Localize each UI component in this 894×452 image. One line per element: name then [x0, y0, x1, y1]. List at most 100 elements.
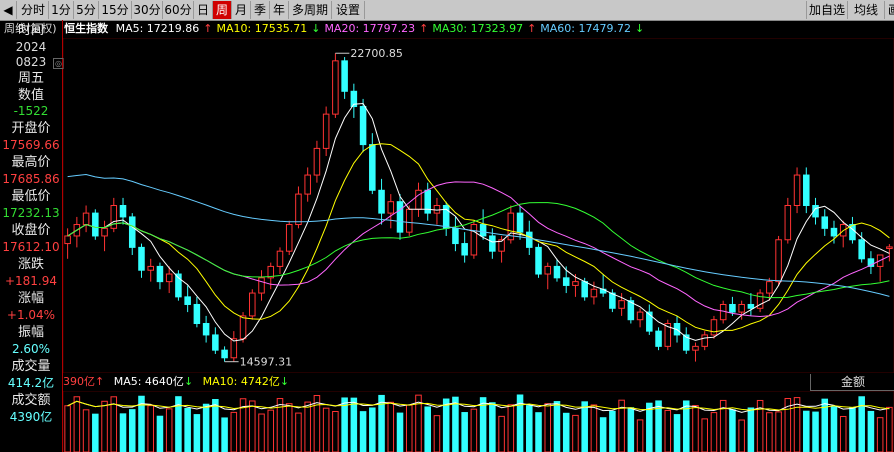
candle-body	[212, 334, 219, 351]
candle-body	[803, 174, 810, 207]
tab-7[interactable]: 周	[213, 1, 232, 19]
ma60-line	[67, 173, 890, 297]
candle-body	[526, 231, 533, 248]
volume-bar	[202, 403, 210, 452]
tab-12[interactable]: 设置	[332, 1, 365, 19]
volume-bar	[249, 400, 256, 452]
chart-frame	[63, 38, 894, 373]
volume-bar	[470, 408, 478, 452]
candle-body	[581, 281, 588, 298]
volume-bar	[646, 402, 653, 452]
volume-bar	[562, 412, 570, 452]
volume-bar	[313, 395, 321, 452]
volume-bar	[350, 397, 358, 452]
amount-button[interactable]: 金额	[810, 374, 894, 391]
volume-bar	[544, 403, 552, 452]
candle-body	[202, 323, 210, 336]
candle-body	[544, 265, 552, 275]
volume-bar	[387, 401, 395, 452]
right-button-1[interactable]: 均线	[847, 1, 884, 19]
candle-body	[886, 246, 893, 250]
volume-bar	[803, 410, 810, 452]
volume-bar	[165, 408, 173, 452]
tab-11[interactable]: 多周期	[289, 1, 332, 19]
tab-1[interactable]: 1分	[49, 1, 74, 19]
volume-bar	[193, 414, 201, 452]
tab-5[interactable]: 60分	[163, 1, 194, 19]
amt-label: 成交额	[11, 393, 51, 408]
volume-bar	[322, 407, 330, 452]
candle-body	[489, 235, 496, 252]
amt-value: 4390亿	[9, 410, 53, 424]
volume-bar	[433, 415, 441, 452]
volume-bar	[156, 415, 164, 452]
volume-bar	[110, 396, 118, 452]
candle-body	[332, 60, 339, 115]
candle-body	[221, 349, 228, 359]
info-sidebar: 时间 2024 0823 周五 数值 -1522 开盘价 17569.66 最高…	[0, 20, 63, 452]
close-value: 17612.10	[2, 240, 60, 254]
candle-body	[101, 227, 108, 237]
candle-body	[775, 239, 782, 283]
ma-legend-item-2: MA20: 17797.23	[324, 22, 416, 35]
right-button-0[interactable]: 加自选	[806, 1, 847, 19]
candle-body	[369, 144, 376, 191]
candle-body	[858, 239, 865, 260]
tab-6[interactable]: 日	[194, 1, 213, 19]
volume-bar	[793, 397, 801, 452]
candle-body	[692, 345, 699, 351]
weekday-value: 周五	[17, 71, 44, 86]
candle-body	[415, 189, 422, 210]
volume-bar	[590, 404, 598, 452]
candle-body	[470, 224, 478, 256]
tab-8[interactable]: 月	[232, 1, 251, 19]
candle-body	[378, 189, 385, 214]
tab-3[interactable]: 15分	[99, 1, 132, 19]
volume-bar	[498, 415, 505, 452]
candle-body	[590, 288, 598, 298]
volume-chart	[63, 391, 894, 452]
volume-bar	[489, 402, 496, 452]
volume-bar	[230, 411, 238, 452]
volume-bar	[673, 414, 681, 452]
volume-bar	[64, 405, 71, 452]
amp-label: 振幅	[17, 325, 44, 340]
candle-body	[193, 303, 201, 325]
candle-body	[830, 227, 838, 237]
volume-bar	[636, 419, 644, 452]
tab-0[interactable]: 分时	[18, 1, 49, 19]
volume-bar	[886, 406, 893, 452]
volume-bar	[839, 415, 847, 452]
ma-arrow-1: ↓	[311, 22, 321, 35]
ma-arrow-4: ↓	[634, 22, 645, 35]
volume-bar	[341, 397, 348, 452]
volume-bar	[128, 409, 136, 452]
tab-2[interactable]: 5分	[74, 1, 99, 19]
candle-body	[258, 277, 265, 294]
volume-bar	[876, 417, 884, 452]
volume-bar	[812, 411, 819, 452]
candle-body	[304, 174, 311, 195]
tab-9[interactable]: 季	[251, 1, 270, 19]
candle-body	[766, 281, 773, 294]
candle-body	[701, 334, 708, 347]
volume-bar	[295, 412, 302, 452]
volume-bar	[285, 403, 293, 452]
volume-bar	[849, 407, 856, 452]
tab-4[interactable]: 30分	[132, 1, 163, 19]
volume-bar	[101, 400, 108, 452]
volume-bar	[405, 404, 413, 452]
close-label: 收盘价	[11, 223, 51, 238]
candle-body	[784, 205, 792, 241]
candle-body	[572, 281, 579, 286]
candle-body	[553, 265, 561, 279]
candlestick-chart[interactable]: 22700.85 14597.31	[63, 38, 894, 373]
right-button-2[interactable]: 画	[884, 1, 894, 19]
menu-icon[interactable]: ◀	[0, 1, 17, 19]
volume-current-arrow: ↑	[95, 375, 105, 388]
candle-body	[655, 330, 662, 347]
candle-body	[249, 292, 256, 317]
tab-10[interactable]: 年	[270, 1, 289, 19]
candle-body	[452, 227, 459, 245]
candle-body	[636, 311, 644, 321]
